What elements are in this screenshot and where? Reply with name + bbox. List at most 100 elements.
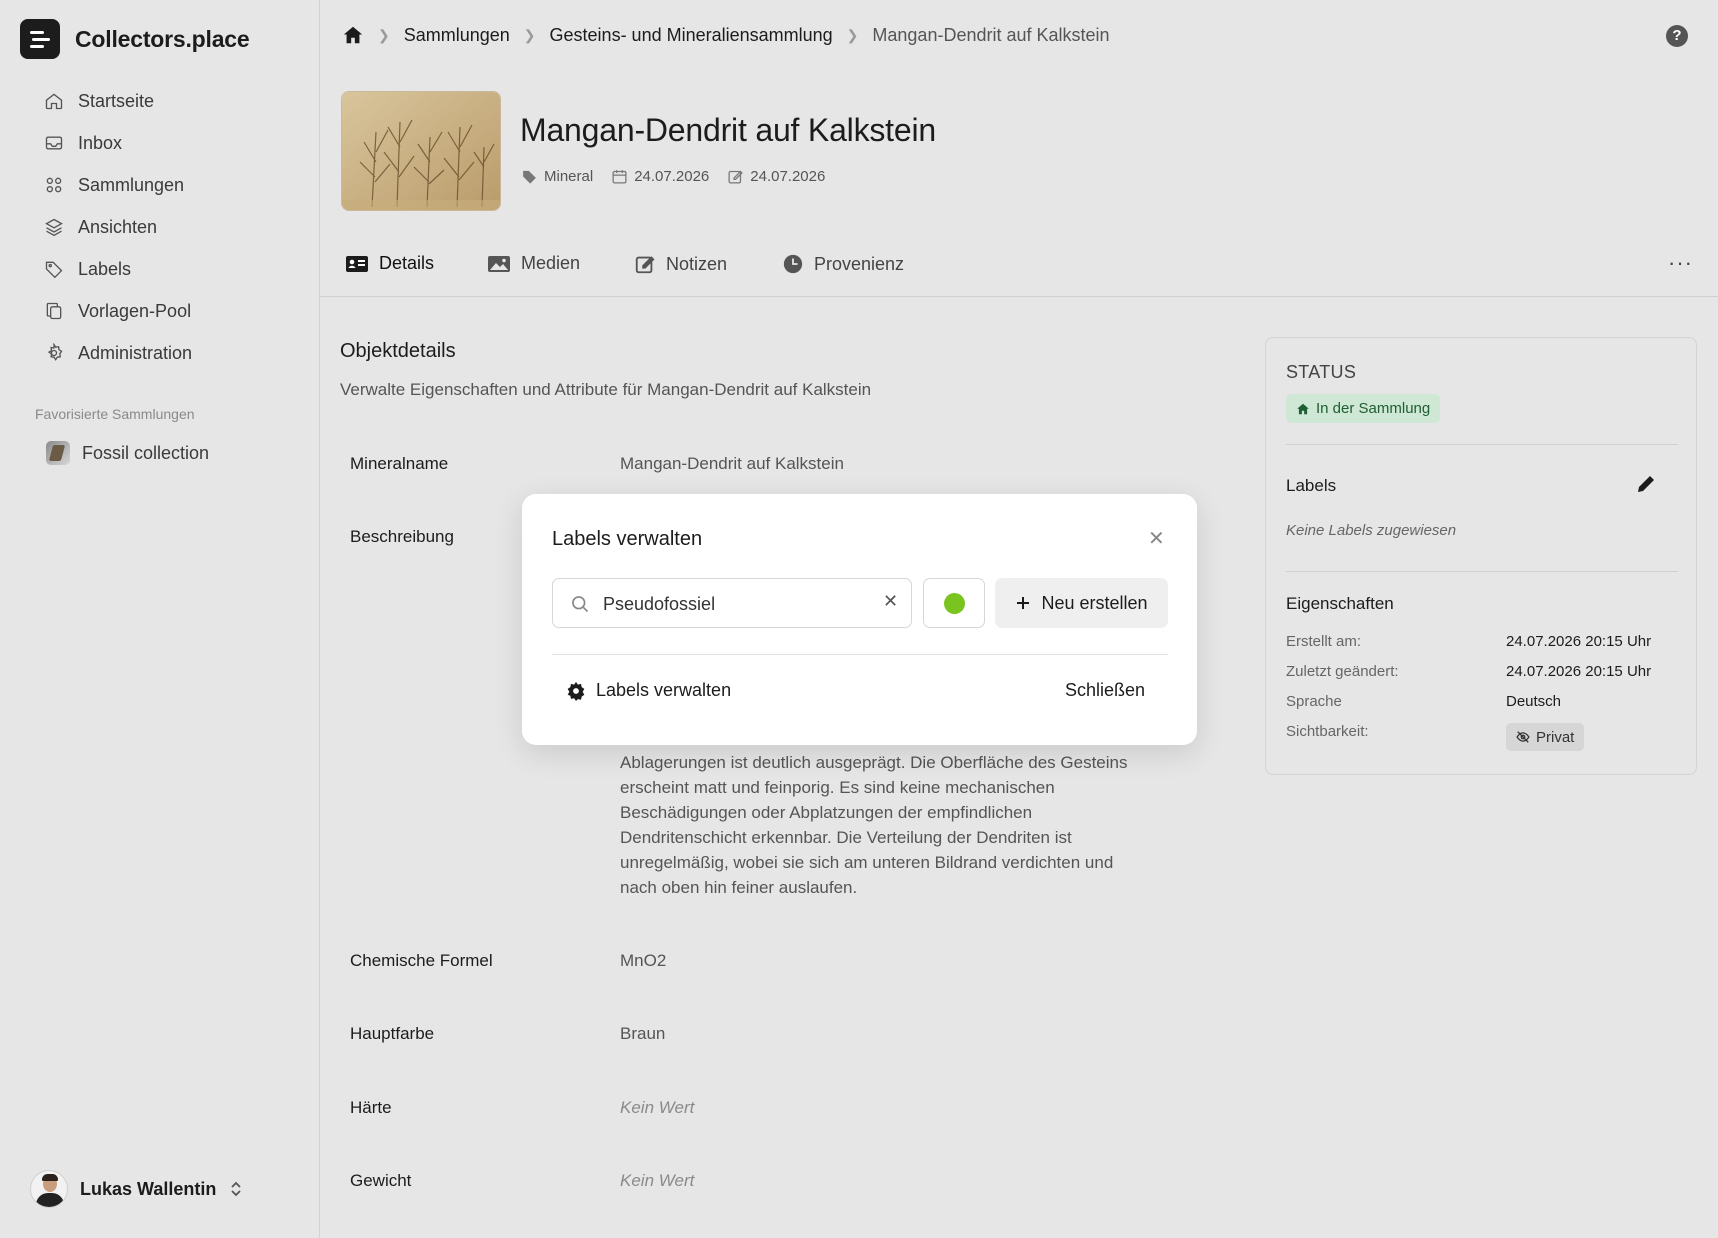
sidebar-item-labels[interactable]: Labels [44,248,192,290]
tab-label: Provenienz [814,253,905,274]
status-heading: STATUS [1286,362,1357,382]
clock-icon [783,254,803,274]
field-label-farbe: Hauptfarbe [350,1024,435,1043]
gear-icon [47,343,63,361]
home-icon [45,93,63,110]
breadcrumb: ❯ Sammlungen ❯ Gesteins- und Mineraliens… [342,24,1110,46]
sidebar-item-startseite[interactable]: Startseite [44,80,192,122]
field-value-mineralname[interactable]: Mangan-Dendrit auf Kalkstein [620,454,844,474]
home-icon [1297,403,1309,414]
status-badge[interactable]: In der Sammlung [1286,394,1441,423]
tab-details[interactable]: Details [345,253,434,274]
grid-icon [46,177,62,193]
prop-value-created: 24.07.2026 20:15 Uhr [1506,633,1652,650]
visibility-badge[interactable]: Privat [1506,723,1585,751]
field-label-haerte: Härte [350,1098,392,1117]
page-title: Mangan-Dendrit auf Kalkstein [520,112,936,148]
meta-type-label: Mineral [544,168,594,185]
tab-bar: Details Medien Notizen Provenienz ··· [320,250,1718,297]
section-subtitle: Verwalte Eigenschaften und Attribute für… [340,380,872,399]
label-search-input[interactable] [603,592,873,616]
chevron-right-icon: ❯ [523,26,536,43]
sidebar-item-label: Administration [78,342,193,363]
tag-icon [45,261,63,279]
close-icon[interactable]: ✕ [1148,526,1165,551]
breadcrumb-link[interactable]: Sammlungen [404,25,510,46]
meta-modified-date: 24.07.2026 [750,168,826,185]
copy-icon [46,302,62,320]
sidebar: Collectors.place Startseite Inbox Sammlu… [0,0,320,1238]
manage-labels-button[interactable]: Labels verwalten [566,680,731,701]
sidebar-item-label: Vorlagen-Pool [78,300,192,321]
gear-icon [567,681,585,701]
properties-heading: Eigenschaften [1286,594,1394,613]
create-label-text: Neu erstellen [1041,592,1148,613]
breadcrumb-current: Mangan-Dendrit auf Kalkstein [872,24,1110,45]
eye-off-icon [1516,731,1530,743]
section-title: Objektdetails [340,340,456,362]
no-labels-text: Keine Labels zugewiesen [1286,522,1457,539]
create-label-button[interactable]: Neu erstellen [995,578,1168,628]
id-card-icon [346,255,368,272]
field-label-gewicht: Gewicht [350,1171,412,1190]
brand-logo-icon [20,19,60,59]
brand-name: Collectors.place [75,25,250,52]
chevron-right-icon: ❯ [378,26,390,43]
sidebar-item-administration[interactable]: Administration [44,332,192,374]
plus-icon [1017,597,1030,609]
sidebar-item-ansichten[interactable]: Ansichten [44,206,192,248]
object-meta: Mineral 24.07.2026 24.07.2026 [521,168,825,185]
status-label: In der Sammlung [1316,400,1431,417]
field-label-beschreibung: Beschreibung [350,527,454,546]
search-icon [572,596,589,613]
breadcrumb-link[interactable]: Gesteins- und Mineraliensammlung [550,25,833,46]
prop-label-language: Sprache [1286,693,1342,710]
more-options-icon[interactable]: ··· [1668,250,1693,276]
prop-value-modified: 24.07.2026 20:15 Uhr [1506,663,1652,680]
home-icon[interactable] [342,24,364,46]
prop-value-language: Deutsch [1506,693,1562,710]
edit-icon [728,170,744,184]
sidebar-item-inbox[interactable]: Inbox [44,122,192,164]
manage-labels-text: Labels verwalten [596,680,732,700]
tab-label: Medien [521,253,581,273]
object-image[interactable] [341,91,501,211]
field-label-mineralname: Mineralname [350,454,449,473]
sidebar-item-vorlagen-pool[interactable]: Vorlagen-Pool [44,290,192,332]
field-value-beschreibung[interactable]: Ablagerungen ist deutlich ausgeprägt. Di… [620,750,1150,900]
color-picker-button[interactable] [923,578,985,628]
clear-icon[interactable]: ✕ [883,591,898,612]
chevron-up-down-icon [231,1181,241,1197]
tab-medien[interactable]: Medien [487,253,580,274]
labels-modal: Labels verwalten ✕ ✕ Neu erstellen Label… [522,494,1197,745]
chevron-right-icon: ❯ [846,26,859,43]
help-icon[interactable]: ? [1666,25,1688,47]
favorite-fossil-collection[interactable]: Fossil collection [46,441,209,465]
field-value-formel[interactable]: MnO2 [620,951,666,971]
pencil-icon[interactable] [1634,472,1658,496]
sidebar-item-label: Ansichten [78,216,158,237]
modal-title: Labels verwalten [552,528,703,550]
field-label-formel: Chemische Formel [350,951,493,970]
favorites-heading: Favorisierte Sammlungen [35,406,195,422]
label-search-box: ✕ [552,578,912,628]
edit-icon [635,256,655,274]
user-menu[interactable]: Lukas Wallentin [30,1170,244,1208]
color-swatch [944,593,965,614]
field-value-haerte[interactable]: Kein Wert [620,1098,694,1118]
meta-modified: 24.07.2026 [727,168,825,185]
close-button[interactable]: Schließen [1065,680,1145,701]
tab-label: Notizen [666,253,728,274]
labels-heading: Labels [1286,476,1337,495]
field-value-farbe[interactable]: Braun [620,1024,665,1044]
meta-type: Mineral [521,168,593,185]
brand[interactable]: Collectors.place [20,19,250,59]
tab-provenienz[interactable]: Provenienz [782,253,904,275]
divider [1286,444,1678,445]
visibility-label: Privat [1536,728,1575,746]
favorite-label: Fossil collection [82,442,210,463]
sidebar-item-sammlungen[interactable]: Sammlungen [44,164,192,206]
field-value-gewicht[interactable]: Kein Wert [620,1171,694,1191]
tab-notizen[interactable]: Notizen [634,253,727,275]
sidebar-nav: Startseite Inbox Sammlungen Ansichten La… [44,80,192,374]
